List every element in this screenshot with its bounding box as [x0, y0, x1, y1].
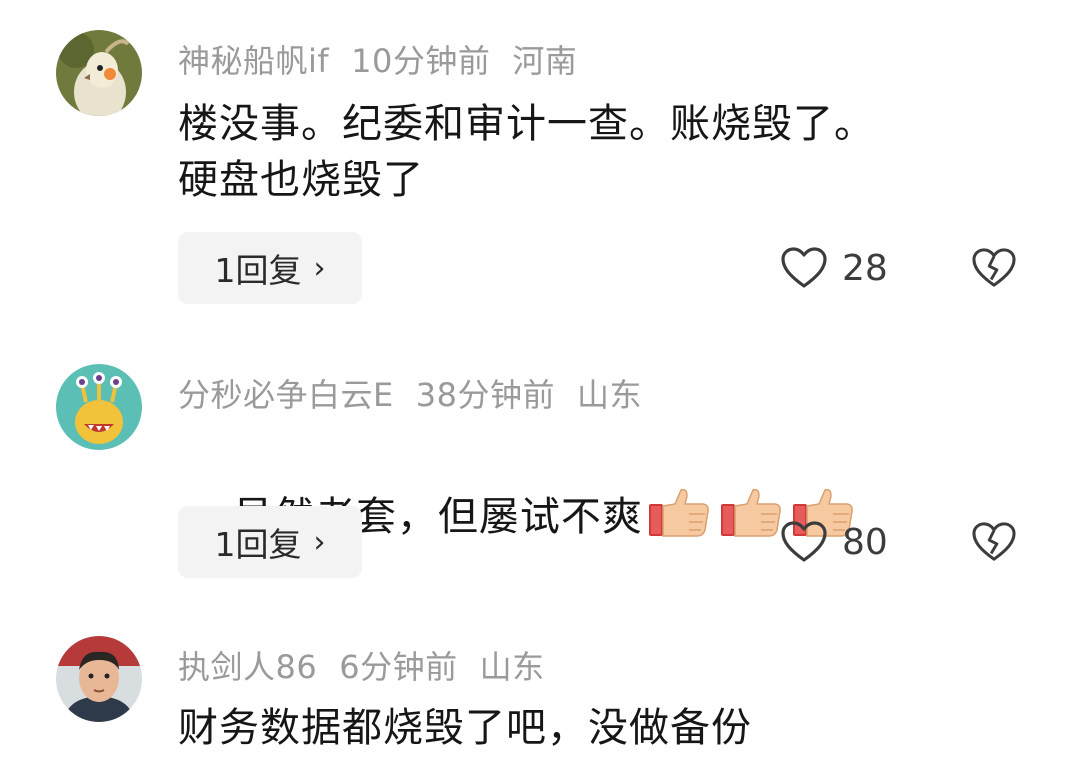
timestamp: 38分钟前	[415, 376, 555, 414]
chevron-right-icon: ›	[313, 524, 326, 560]
user-avatar[interactable]	[56, 364, 142, 450]
username[interactable]: 执剑人86	[178, 648, 317, 686]
timestamp: 6分钟前	[339, 648, 458, 686]
man-portrait-avatar-icon	[56, 636, 142, 722]
comment-text: 财务数据都烧毁了吧，没做备份	[178, 705, 752, 751]
user-avatar[interactable]	[56, 636, 142, 722]
reply-button[interactable]: 1回复 ›	[178, 506, 362, 578]
like-button[interactable]: 28	[780, 238, 888, 298]
like-count: 80	[842, 521, 888, 563]
location: 山东	[479, 648, 545, 686]
comment-meta: 执剑人86 6分钟前 山东	[178, 642, 567, 688]
username[interactable]: 神秘船帆if	[178, 42, 329, 80]
location: 河南	[512, 42, 578, 80]
broken-heart-icon	[972, 522, 1016, 561]
like-button[interactable]: 80	[780, 512, 888, 572]
chevron-right-icon: ›	[313, 250, 326, 286]
comment-meta: 分秒必争白云E 38分钟前 山东	[178, 370, 664, 416]
dislike-button[interactable]	[968, 516, 1020, 568]
cockatiel-avatar-icon	[56, 30, 142, 116]
broken-heart-icon	[972, 248, 1016, 287]
like-count: 28	[842, 247, 888, 289]
comment-meta: 神秘船帆if 10分钟前 河南	[178, 36, 599, 82]
username[interactable]: 分秒必争白云E	[178, 376, 394, 414]
timestamp: 10分钟前	[351, 42, 491, 80]
thumbs-up-icon	[720, 488, 781, 537]
cartoon-monster-avatar-icon	[56, 364, 142, 450]
user-avatar[interactable]	[56, 30, 142, 116]
thumbs-up-icon	[648, 488, 709, 537]
reply-label: 1回复	[214, 251, 302, 290]
reply-button[interactable]: 1回复 ›	[178, 232, 362, 304]
reply-label: 1回复	[214, 525, 302, 564]
heart-icon	[781, 247, 827, 288]
location: 山东	[576, 376, 642, 414]
dislike-button[interactable]	[968, 242, 1020, 294]
comment-text: 楼没事。纪委和审计一查。账烧毁了。 硬盘也烧毁了	[178, 101, 875, 203]
heart-icon	[781, 521, 827, 562]
